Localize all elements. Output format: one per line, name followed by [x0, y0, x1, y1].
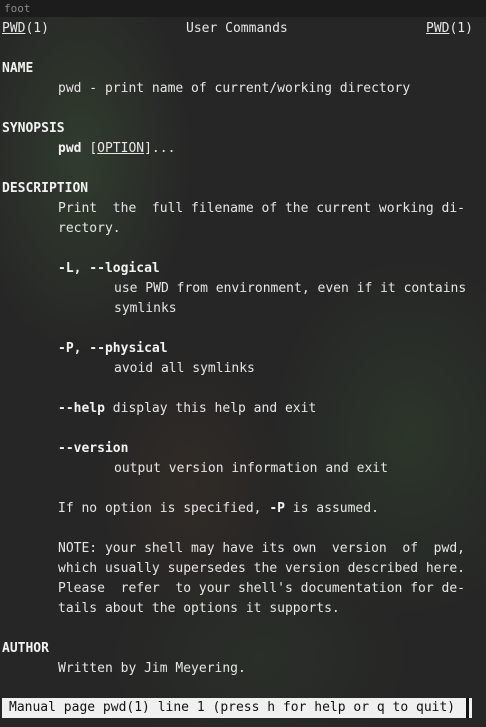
note-line-1: NOTE: your shell may have its own versio…: [58, 541, 465, 556]
default-option-pre: If no option is specified,: [58, 501, 270, 516]
heading-description: DESCRIPTION: [2, 181, 89, 196]
option-physical-desc: avoid all symlinks: [114, 361, 255, 376]
default-option-line: If no option is specified, -P is assumed…: [58, 499, 379, 519]
header-right-section: (1): [449, 21, 473, 36]
option-version-desc: output version information and exit: [114, 461, 388, 476]
window-title: foot: [4, 2, 31, 15]
synopsis-close: ]...: [144, 141, 176, 156]
option-logical: -L, --logical: [58, 261, 160, 276]
name-text: pwd - print name of current/working dire…: [58, 81, 411, 96]
header-left-name: PWD: [2, 21, 26, 36]
note-line-2: which usually supersedes the version des…: [58, 561, 465, 576]
author-text: Written by Jim Meyering.: [58, 661, 246, 676]
header-right: PWD(1): [426, 19, 473, 39]
terminal-cursor: [466, 698, 469, 718]
note-line-3: Please refer to your shell's documentati…: [58, 581, 465, 596]
default-option-flag: -P: [269, 501, 285, 516]
option-logical-desc-2: symlinks: [114, 301, 177, 316]
synopsis-line: pwd [OPTION]...: [58, 139, 175, 159]
heading-synopsis: SYNOPSIS: [2, 121, 65, 136]
synopsis-open: [: [89, 141, 98, 156]
window-titlebar: foot: [0, 0, 486, 17]
header-right-name: PWD: [426, 21, 450, 36]
option-logical-desc-1: use PWD from environment, even if it con…: [114, 281, 467, 296]
heading-name: NAME: [2, 61, 34, 76]
header-left-section: (1): [25, 21, 49, 36]
option-physical: -P, --physical: [58, 341, 168, 356]
note-line-4: tails about the options it supports.: [58, 601, 340, 616]
pager-status-bar: Manual page pwd(1) line 1 (press h for h…: [2, 698, 472, 718]
option-help-line: --help display this help and exit: [58, 399, 316, 419]
header-left: PWD(1): [2, 19, 49, 39]
option-help-desc: display this help and exit: [104, 401, 317, 416]
option-version: --version: [58, 441, 129, 456]
synopsis-option: OPTION: [97, 141, 145, 156]
default-option-post: is assumed.: [284, 501, 379, 516]
description-line-2: rectory.: [58, 221, 121, 236]
man-header: PWD(1) User Commands PWD(1): [0, 19, 486, 39]
header-center: User Commands: [186, 21, 288, 36]
description-line-1: Print the full filename of the current w…: [58, 201, 465, 216]
heading-author: AUTHOR: [2, 641, 49, 656]
option-help: --help: [58, 401, 105, 416]
synopsis-cmd: pwd: [58, 141, 82, 156]
